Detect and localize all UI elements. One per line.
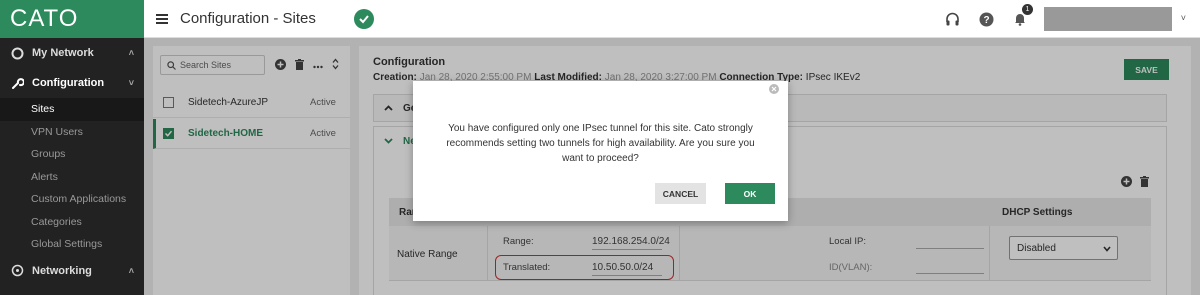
close-icon[interactable] <box>769 84 779 94</box>
notification-badge: 1 <box>1022 4 1033 15</box>
svg-text:?: ? <box>983 15 989 26</box>
sidebar-section-label: Networking <box>32 264 92 277</box>
chevron-up-icon: ˄ <box>128 48 134 58</box>
sidebar: CATO My Network ˄ Configuration ˅ Sites … <box>0 0 144 295</box>
sidebar-item-categories[interactable]: Categories <box>0 211 144 234</box>
notification-bell-icon[interactable]: 1 <box>1012 4 1033 27</box>
user-account-dropdown[interactable]: ˅ <box>1044 7 1186 31</box>
sidebar-item-vpn-users[interactable]: VPN Users <box>0 121 144 144</box>
circle-icon <box>10 46 24 60</box>
sidebar-section-configuration[interactable]: Configuration ˅ <box>0 68 144 98</box>
sidebar-item-alerts[interactable]: Alerts <box>0 166 144 189</box>
page-title: Configuration - Sites <box>180 10 316 27</box>
sidebar-item-custom-applications[interactable]: Custom Applications <box>0 188 144 211</box>
sidebar-section-label: My Network <box>32 47 94 59</box>
sidebar-section-my-network[interactable]: My Network ˄ <box>0 38 144 68</box>
dialog-message: You have configured only one IPsec tunne… <box>446 123 755 164</box>
cancel-button[interactable]: CANCEL <box>655 183 706 204</box>
sidebar-item-global-settings[interactable]: Global Settings <box>0 233 144 256</box>
menu-icon[interactable] <box>156 12 168 26</box>
chevron-up-icon: ˄ <box>128 265 134 276</box>
network-icon <box>10 264 24 278</box>
logo[interactable]: CATO <box>0 0 144 38</box>
sidebar-item-groups[interactable]: Groups <box>0 143 144 166</box>
ok-button[interactable]: OK <box>725 183 775 204</box>
headset-icon[interactable] <box>944 11 960 27</box>
check-icon <box>354 9 374 29</box>
sidebar-section-label: Configuration <box>32 77 105 89</box>
confirm-dialog: You have configured only one IPsec tunne… <box>413 81 788 221</box>
top-bar: Configuration - Sites ? 1 ˅ <box>144 0 1200 38</box>
help-icon[interactable]: ? <box>978 11 994 27</box>
sidebar-item-sites[interactable]: Sites <box>0 98 144 121</box>
wrench-icon <box>10 76 24 90</box>
chevron-down-icon: ˅ <box>128 78 134 88</box>
chevron-down-icon: ˅ <box>1180 13 1186 23</box>
sidebar-section-networking[interactable]: Networking ˄ <box>0 256 144 286</box>
